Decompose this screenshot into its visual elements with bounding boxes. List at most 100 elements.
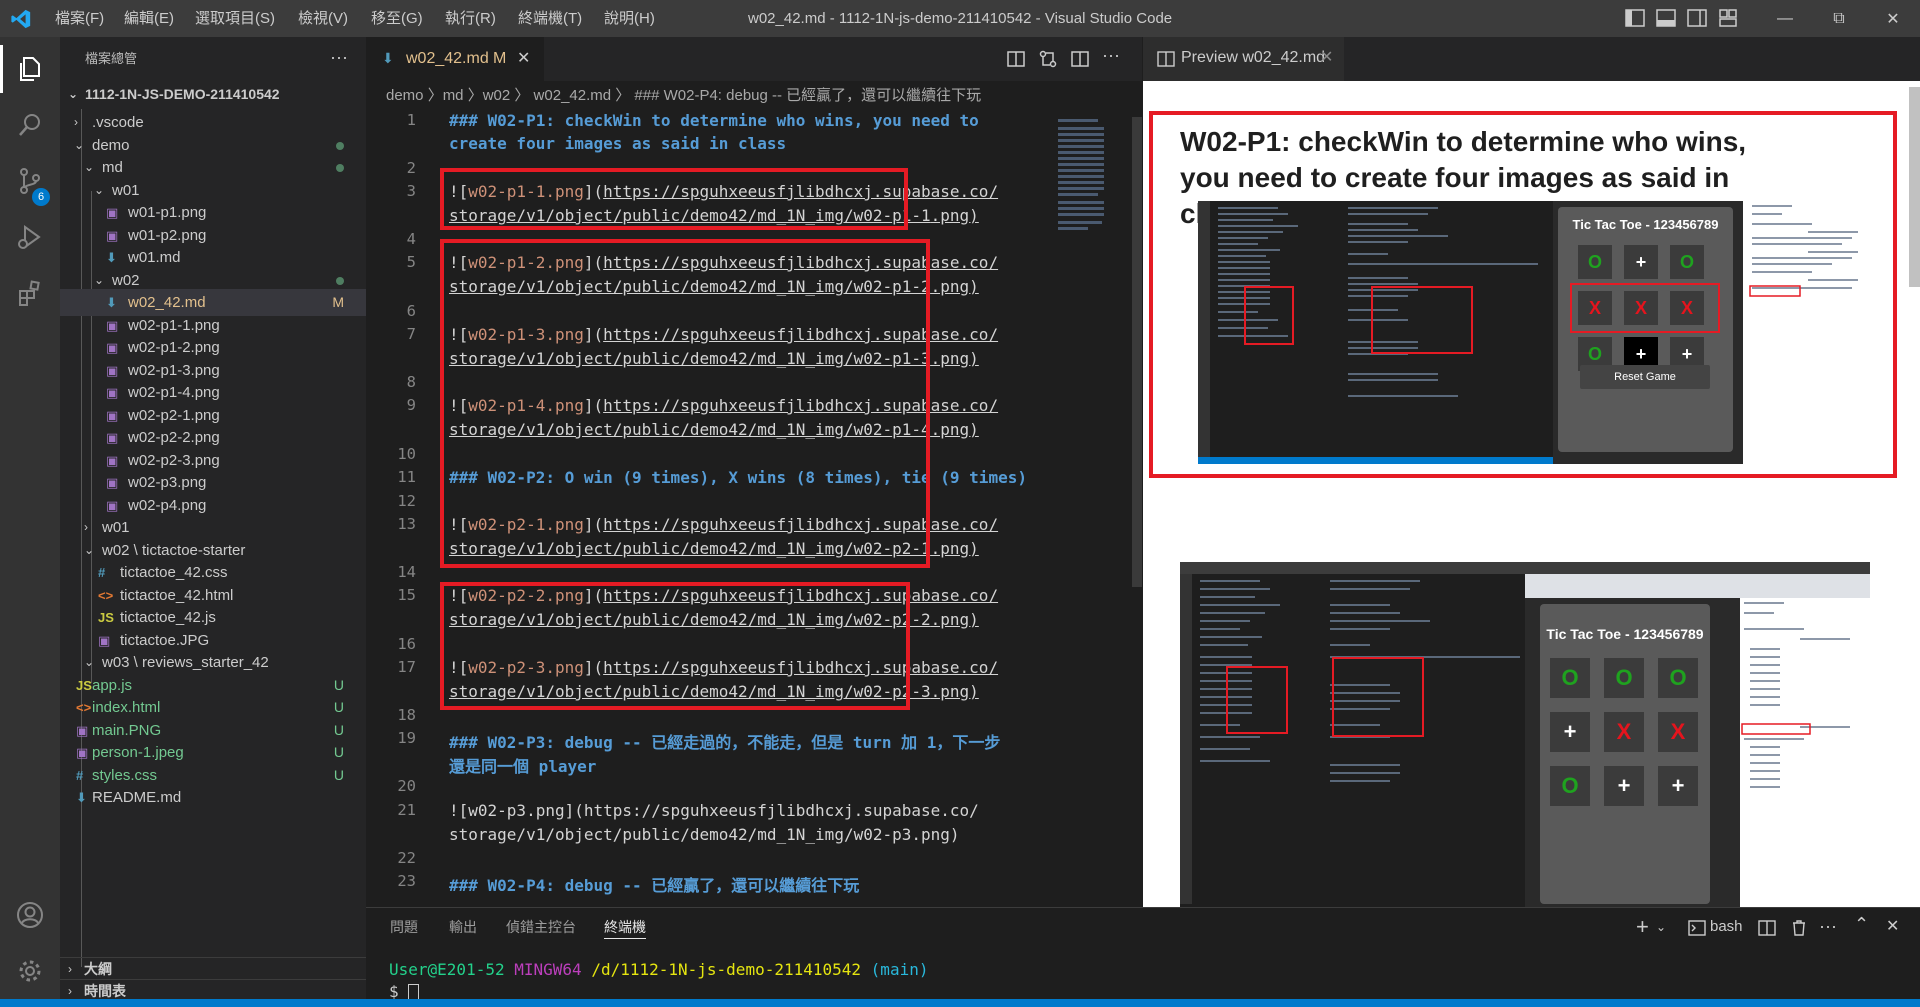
board-cell: O [1550, 658, 1590, 698]
code-heading-p4: ### W02-P4: debug -- 已經贏了，還可以繼續往下玩 [449, 876, 860, 895]
menu-edit[interactable]: 編輯(E) [124, 0, 174, 37]
tab-output[interactable]: 輸出 [449, 908, 477, 946]
timeline-section[interactable]: › 時間表 [60, 979, 366, 999]
timeline-title: 時間表 [84, 983, 126, 999]
more-actions-icon[interactable]: ··· [330, 37, 348, 81]
open-preview-icon[interactable] [1006, 49, 1026, 69]
tab-problems[interactable]: 問題 [390, 908, 418, 946]
tab-debug-console[interactable]: 偵錯主控台 [506, 908, 576, 946]
workspace-root[interactable]: ⌄ 1112-1N-JS-DEMO-211410542 [60, 81, 366, 108]
bottom-panel: 問題 輸出 偵錯主控台 終端機 + ⌄ bash ··· ⌃ ✕ User@E2… [366, 907, 1920, 1002]
chevron-down-icon: ⌄ [68, 87, 79, 101]
game-card: Tic Tac Toe - 123456789 O O O + X X O + + [1540, 604, 1710, 904]
customize-layout-icon[interactable] [1717, 7, 1739, 29]
embedded-screenshot: Tic Tac Toe - 123456789 O O O + X X O + + [1180, 562, 1870, 907]
maximize-panel-icon[interactable]: ⌃ [1854, 914, 1869, 935]
menu-go[interactable]: 移至(G) [371, 0, 423, 37]
sidebar-title: 檔案總管 [85, 51, 138, 66]
code-heading-p1: ### W02-P1: checkWin to determine who wi… [449, 111, 979, 130]
toggle-sidebar-icon[interactable] [1624, 7, 1646, 29]
window-title: w02_42.md - 1112-1N-js-demo-211410542 - … [748, 10, 1173, 27]
toggle-panel-icon[interactable] [1655, 7, 1677, 29]
trash-icon[interactable] [1790, 919, 1808, 937]
close-window-button[interactable]: ✕ [1866, 0, 1920, 37]
reset-game-button: Reset Game [1580, 365, 1710, 389]
shell-label[interactable]: bash [1710, 918, 1743, 935]
chevron-right-icon: › [68, 962, 72, 976]
outline-title: 大綱 [84, 961, 112, 977]
status-bar [0, 999, 1920, 1007]
close-preview-icon[interactable]: ✕ [1320, 47, 1333, 67]
code-heading-p1-cont: create four images as said in class [449, 134, 787, 153]
close-panel-icon[interactable]: ✕ [1886, 916, 1899, 936]
board-cell: + [1624, 245, 1658, 279]
tab-w02-42-md[interactable]: ⬇ w02_42.md M ✕ [366, 37, 544, 82]
highlight-box [440, 168, 908, 230]
tree-item-label: README.md [92, 789, 182, 806]
panel-more-icon[interactable]: ··· [1819, 916, 1837, 937]
highlight-box [440, 582, 910, 710]
menu-run[interactable]: 執行(R) [445, 0, 496, 37]
game-board: O O O + X X O + + [1550, 658, 1700, 808]
settings-gear-icon[interactable] [0, 943, 60, 999]
git-compare-icon[interactable] [1038, 49, 1058, 69]
close-tab-icon[interactable]: ✕ [517, 48, 530, 68]
file-item[interactable]: ⬇ README.md [60, 784, 366, 811]
maximize-button[interactable]: ⧉ [1812, 0, 1866, 37]
toggle-secondary-sidebar-icon[interactable] [1686, 7, 1708, 29]
menu-terminal[interactable]: 終端機(T) [518, 0, 582, 37]
devtools-thumbnail [1748, 201, 1868, 464]
explorer-icon[interactable] [0, 41, 60, 97]
modified-dot [336, 276, 344, 285]
game-title: Tic Tac Toe - 123456789 [1546, 626, 1704, 642]
board-cell: O [1550, 766, 1590, 806]
markdown-file-icon: ⬇ [382, 50, 394, 66]
preview-content: W02-P1: checkWin to determine who wins, … [1143, 81, 1920, 907]
game-thumbnail: Tic Tac Toe - 123456789 O + O X X X O + + Reset … [1553, 201, 1743, 464]
chevron-down-icon[interactable]: ⌄ [1656, 920, 1666, 934]
account-icon[interactable] [0, 887, 60, 943]
board-cell: + [1550, 712, 1590, 752]
modified-dot [336, 164, 344, 172]
embedded-screenshot: Tic Tac Toe - 123456789 O + O X X X O + + Reset … [1198, 201, 1743, 464]
breadcrumb[interactable]: demo 〉md 〉w02 〉 w02_42.md 〉 ### W02-P4: … [386, 81, 981, 111]
extensions-icon[interactable] [0, 265, 60, 321]
game-board: O + O X X X O + + [1570, 245, 1720, 371]
terminal-icon [1688, 920, 1706, 936]
board-cell: + [1604, 766, 1644, 806]
terminal-prompt[interactable]: User@E201-52 MINGW64 /d/1112-1N-js-demo-… [389, 960, 928, 979]
explorer-sidebar: 檔案總管 ··· ⌄ 1112-1N-JS-DEMO-211410542 › .v… [60, 37, 366, 999]
editor-more-icon[interactable]: ··· [1102, 45, 1120, 66]
menu-view[interactable]: 檢視(V) [298, 0, 348, 37]
markdown-file-icon: ⬇ [76, 790, 87, 805]
source-control-icon[interactable] [0, 153, 60, 209]
highlight-box [440, 239, 930, 568]
new-terminal-icon[interactable]: + [1636, 914, 1649, 940]
tab-terminal[interactable]: 終端機 [604, 908, 646, 939]
markdown-preview: Preview w02_42.md ✕ W02-P1: checkWin to … [1143, 37, 1920, 907]
outline-section[interactable]: › 大綱 [60, 957, 366, 980]
menu-selection[interactable]: 選取項目(S) [195, 0, 275, 37]
preview-icon [1157, 51, 1175, 67]
menu-help[interactable]: 說明(H) [604, 0, 655, 37]
split-editor-icon[interactable] [1070, 49, 1090, 69]
editor-scrollbar[interactable] [1132, 117, 1142, 587]
game-title: Tic Tac Toe - 123456789 [1572, 217, 1719, 232]
minimize-button[interactable]: — [1758, 0, 1812, 37]
editor-group: ⬇ w02_42.md M ✕ ··· demo 〉md 〉w02 〉 w02_… [366, 37, 1142, 907]
menu-file[interactable]: 檔案(F) [55, 0, 104, 37]
minimap[interactable] [1056, 117, 1120, 267]
run-debug-icon[interactable] [0, 209, 60, 265]
board-cell: X [1604, 712, 1644, 752]
preview-tabs: Preview w02_42.md ✕ [1143, 37, 1920, 81]
code-image-link: ![w02-p3.png](https://spguhxeeusfjlibdhc… [449, 801, 979, 820]
board-cell: X [1658, 712, 1698, 752]
board-cell: O [1578, 245, 1612, 279]
code-image-url: storage/v1/object/public/demo42/md_1N_im… [449, 825, 960, 844]
code-heading-p3: ### W02-P3: debug -- 已經走過的，不能走，但是 turn 加… [449, 733, 1001, 752]
search-icon[interactable] [0, 97, 60, 153]
preview-scrollbar[interactable] [1909, 87, 1920, 287]
modified-badge: M [493, 50, 507, 67]
tab-preview[interactable]: Preview w02_42.md ✕ [1143, 37, 1344, 81]
split-terminal-icon[interactable] [1758, 919, 1776, 937]
